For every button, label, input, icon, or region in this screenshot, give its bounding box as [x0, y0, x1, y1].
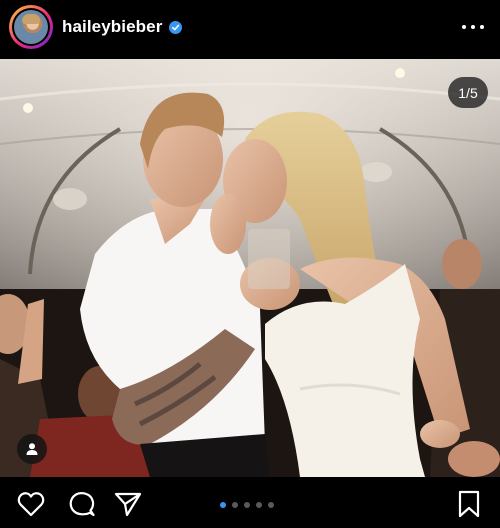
comment-button[interactable]: [68, 491, 96, 517]
carousel-counter: 1/5: [448, 77, 488, 108]
carousel-dots: [220, 502, 274, 508]
heart-icon: [17, 492, 45, 517]
post-photo[interactable]: 1/5: [0, 59, 500, 477]
carousel-dot: [232, 502, 238, 508]
carousel-dot: [244, 502, 250, 508]
more-dot: [471, 25, 475, 29]
action-bar: [0, 477, 500, 528]
carousel-dot-active: [220, 502, 226, 508]
save-button[interactable]: [455, 490, 483, 518]
carousel-dot: [268, 502, 274, 508]
photo-image: [0, 59, 500, 477]
more-dot: [462, 25, 466, 29]
user-tag-icon[interactable]: [17, 434, 47, 464]
username-link[interactable]: haileybieber: [62, 17, 162, 37]
more-options-icon[interactable]: [462, 18, 484, 36]
more-dot: [480, 25, 484, 29]
like-button[interactable]: [17, 491, 45, 517]
comment-icon: [69, 491, 95, 517]
bookmark-icon: [458, 490, 480, 518]
verified-badge-icon: [169, 21, 182, 34]
avatar-photo: [14, 10, 48, 44]
profile-avatar[interactable]: [9, 5, 53, 49]
send-icon: [114, 492, 142, 517]
carousel-dot: [256, 502, 262, 508]
share-button[interactable]: [114, 491, 142, 517]
post-header: haileybieber: [0, 0, 500, 56]
avatar-ring: [12, 8, 50, 46]
